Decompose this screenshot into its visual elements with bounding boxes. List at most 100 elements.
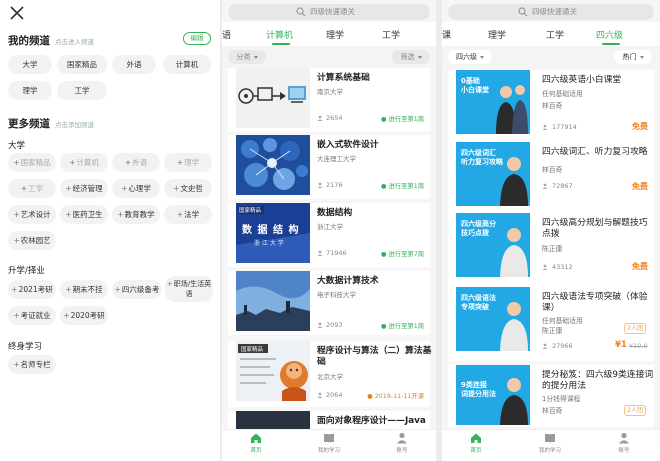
teacher-name: 林百奇 [542,166,563,174]
price-free: 免费 [632,182,648,191]
channel-tabs: 课 理学 工学 四六级 [442,22,660,46]
nav-my-learning[interactable]: 我的学习 [307,432,351,454]
add-channel-chip[interactable]: +名师专栏 [8,355,56,374]
course-title: 四六级英语小白课堂 [542,75,622,85]
course-card[interactable]: 0基础 小白课堂 四六级英语小白课堂 任何基础适用 林百奇 177914 免费 [448,70,654,144]
course-school: 北京大学 [317,373,343,381]
add-channel-chip[interactable]: +四六级备考 [112,280,162,299]
add-channel-chip[interactable]: +农林园艺 [8,231,56,250]
add-channel-chip[interactable]: +经济管理 [60,179,108,198]
channel-chip[interactable]: 计算机 [163,55,211,74]
enroll-count: 27966 [552,342,573,350]
nav-account[interactable]: 账号 [380,432,424,454]
category-dropdown[interactable]: 分类 [228,50,266,64]
search-input[interactable]: 四级快速通关 [448,4,654,20]
add-channel-chip[interactable]: +文史哲 [164,179,212,198]
course-status: ● 进行至第1周 [381,116,424,123]
add-channel-chip[interactable]: +2020考研 [60,306,108,325]
course-card[interactable]: 国家精品 程序设计与算法（二）算法基础 北京大学 2064 ● 2019-11-… [228,341,431,407]
nav-home[interactable]: 首页 [454,432,498,454]
course-title: 数据结构 [317,208,353,218]
teacher-name: 陈正康 [542,245,563,253]
group-label: 终身学习 [8,342,43,352]
add-channel-chip[interactable]: +理学 [164,153,212,172]
filter-bar: 分类 筛选 [222,46,436,68]
person-icon [317,182,323,188]
add-channel-chip[interactable]: +教育教学 [112,205,160,224]
category-dropdown[interactable]: 四六级 [448,50,492,64]
course-subtitle: 任何基础适用 [542,90,583,98]
add-channel-chip[interactable]: +2021考研 [8,280,56,299]
home-icon [251,433,261,443]
teacher-name: 林百奇 [542,407,563,415]
price-free: 免费 [632,262,648,271]
close-icon[interactable] [8,4,26,22]
filter-bar: 四六级 热门 [442,46,660,68]
tab-science[interactable]: 理学 [326,28,344,41]
channel-chip[interactable]: 国家精品 [57,55,107,74]
more-channel-title: 更多频道 点击添加频道 [8,118,94,130]
add-channel-chip[interactable]: +计算机 [60,153,108,172]
course-school: 南京大学 [317,88,343,96]
add-channel-chip[interactable]: +艺术设计 [8,205,56,224]
course-subtitle: 1分钱得课程 [542,395,581,403]
channel-tabs: 语 计算机 理学 工学 [222,22,436,46]
add-channel-chip[interactable]: +工学 [8,179,56,198]
filter-dropdown[interactable]: 筛选 [392,50,430,64]
edit-button[interactable]: 编辑 [183,32,211,45]
tab-course[interactable]: 课 [442,28,451,41]
course-status: ● 2019-11-11开课 [367,393,424,400]
course-card[interactable]: 面向对象程序设计——Java [228,411,430,431]
person-icon [542,343,548,349]
add-channel-chip[interactable]: +心理学 [112,179,160,198]
person-icon [542,183,548,189]
my-channel-title: 我的频道 点击进入频道 [8,35,94,47]
group-label: 大学 [8,141,26,151]
nav-home[interactable]: 首页 [234,432,278,454]
enroll-count: 2176 [326,181,343,189]
quality-badge: 国家精品 [241,347,264,353]
course-card[interactable]: 计算系统基础 南京大学 2654 ● 进行至第1周 [228,68,430,132]
add-channel-chip[interactable]: +考证就业 [8,306,56,325]
course-card[interactable]: 9类连接 词提分用法 提分秘笈：四六级9类连接词的提分用法 1分钱得课程 林百奇… [448,365,654,427]
person-icon [317,115,323,121]
channel-chip[interactable]: 理学 [8,81,52,100]
course-card[interactable]: 四六级高分 技巧点拨 四六级高分规划与解题技巧点拨 陈正康 43312 免费 [448,213,654,287]
thumb-title: 数 据 结 构 [242,225,300,236]
tab-engineering[interactable]: 工学 [546,28,564,41]
book-icon [324,434,334,443]
tab-science[interactable]: 理学 [488,28,506,41]
active-tab-indicator [602,43,620,45]
course-card[interactable]: 四六级词汇 听力复习攻略 四六级词汇、听力复习攻略 林百奇 72867 免费 [448,142,654,216]
course-card[interactable]: 大数据计算技术 电子科技大学 2093 ● 进行至第1周 [228,271,430,335]
enroll-count: 2093 [326,321,343,329]
course-card[interactable]: 国家精品 数 据 结 构 浙 江 大 学 数据结构 浙江大学 71946 ● 进… [228,203,430,267]
tab-cet[interactable]: 四六级 [596,28,623,41]
channel-chip[interactable]: 外语 [112,55,156,74]
sort-dropdown[interactable]: 热门 [614,50,652,64]
search-input[interactable]: 四级快速通关 [228,4,430,20]
add-channel-chip[interactable]: +职场/生活英语 [165,276,213,302]
tab-foreign[interactable]: 语 [222,28,231,41]
nav-account[interactable]: 账号 [602,432,646,454]
nav-my-learning[interactable]: 我的学习 [528,432,572,454]
add-channel-chip[interactable]: +法学 [164,205,212,224]
add-channel-chip[interactable]: +医药卫生 [60,205,108,224]
channel-chip[interactable]: 大学 [8,55,52,74]
course-status: ● 进行至第1周 [381,323,424,330]
tab-engineering[interactable]: 工学 [382,28,400,41]
course-status: ● 进行至第7周 [381,251,424,258]
course-thumbnail: 国家精品 数 据 结 构 浙 江 大 学 [236,203,310,263]
course-card[interactable]: 四六级语法 专项突破 四六级语法专项突破（体验课） 任何基础适用 陈正康 2人团… [448,287,654,361]
course-card[interactable]: 嵌入式软件设计 大连理工大学 2176 ● 进行至第1周 [228,135,430,199]
group-buy-badge: 2人团 [624,405,646,416]
person-icon [317,322,323,328]
teacher-name: 陈正康 [542,327,563,335]
tab-computer[interactable]: 计算机 [266,28,293,41]
add-channel-chip[interactable]: +国家精品 [8,153,56,172]
channel-chip[interactable]: 工学 [57,81,107,100]
add-channel-chip[interactable]: +外语 [112,153,160,172]
add-channel-chip[interactable]: +期末不挂 [60,280,108,299]
enroll-count: 2064 [326,391,343,399]
course-thumbnail: 国家精品 [236,341,310,401]
